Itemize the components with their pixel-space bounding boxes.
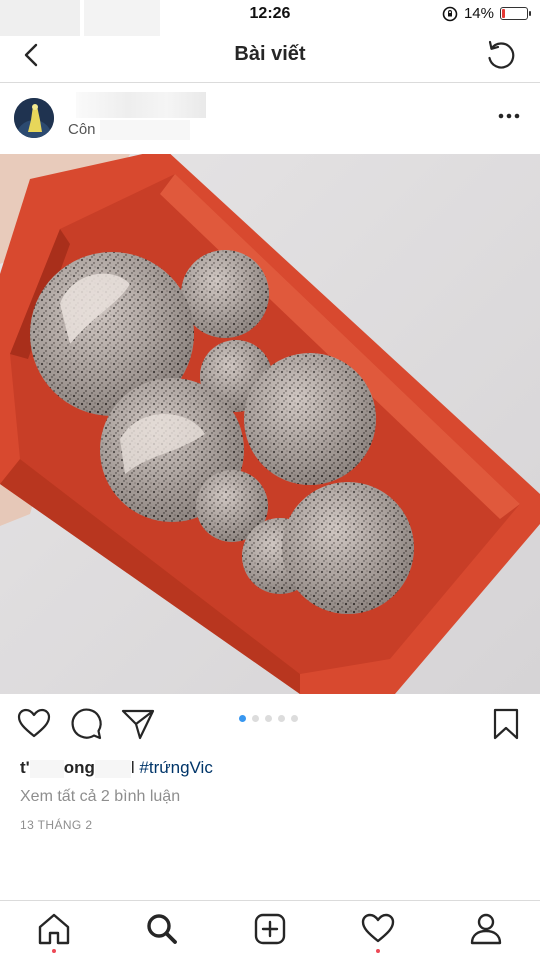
location-blurred — [100, 120, 190, 140]
profile-icon — [470, 913, 502, 945]
post-location[interactable]: Côn — [68, 121, 96, 138]
carousel-indicator — [239, 715, 298, 722]
post-caption: t' ong l #trứngVic — [20, 758, 213, 778]
tab-profile[interactable] — [468, 911, 504, 951]
tab-new-post[interactable] — [252, 911, 288, 951]
caption-username-part: ong — [63, 758, 95, 777]
more-icon — [498, 113, 520, 119]
post-date: 13 THÁNG 2 — [20, 818, 93, 832]
carousel-dot — [278, 715, 285, 722]
status-right: 14% — [442, 5, 531, 22]
comment-icon — [71, 708, 102, 740]
carousel-dot — [252, 715, 259, 722]
tab-search[interactable] — [144, 911, 180, 951]
page-title: Bài viết — [234, 43, 306, 65]
post-header: Côn — [0, 84, 540, 154]
status-bar: 12:26 14% — [0, 0, 540, 36]
tab-home[interactable] — [36, 911, 72, 953]
photo-image — [0, 154, 540, 694]
add-icon — [254, 913, 286, 945]
search-icon — [147, 914, 177, 944]
battery-icon — [500, 7, 531, 20]
tab-activity[interactable] — [360, 911, 396, 953]
activity-icon — [361, 913, 395, 943]
home-icon — [38, 913, 70, 945]
caption-text-part: l — [130, 758, 135, 777]
tab-bar — [0, 900, 540, 961]
battery-level — [502, 9, 505, 18]
caption-blur — [29, 759, 64, 778]
rotation-lock-icon — [442, 6, 458, 21]
notification-dot — [52, 949, 56, 953]
like-button[interactable] — [16, 706, 52, 742]
hashtag-link[interactable]: #trứngVic — [139, 758, 212, 777]
more-options-button[interactable] — [496, 104, 522, 128]
notification-dot — [376, 949, 380, 953]
save-button[interactable] — [488, 706, 524, 742]
share-button[interactable] — [120, 706, 156, 742]
carousel-dot — [265, 715, 272, 722]
refresh-icon — [488, 40, 515, 69]
caption-username[interactable]: t' ong — [20, 758, 95, 778]
caption-username-part: t' — [20, 758, 30, 777]
send-icon — [121, 709, 155, 740]
caption-blur — [94, 759, 131, 778]
carousel-dot — [239, 715, 246, 722]
view-comments-link[interactable]: Xem tất cả 2 bình luận — [20, 788, 180, 806]
bookmark-icon — [493, 708, 519, 740]
battery-percent: 14% — [463, 5, 494, 22]
avatar-image — [14, 98, 54, 138]
heart-icon — [17, 708, 51, 738]
carousel-dot — [291, 715, 298, 722]
username-blurred[interactable] — [76, 92, 206, 118]
post-actions — [0, 694, 540, 754]
avatar[interactable] — [14, 98, 54, 138]
comment-button[interactable] — [68, 706, 104, 742]
post-photo[interactable] — [0, 154, 540, 694]
refresh-button[interactable] — [482, 36, 518, 72]
nav-bar: Bài viết — [0, 30, 540, 83]
